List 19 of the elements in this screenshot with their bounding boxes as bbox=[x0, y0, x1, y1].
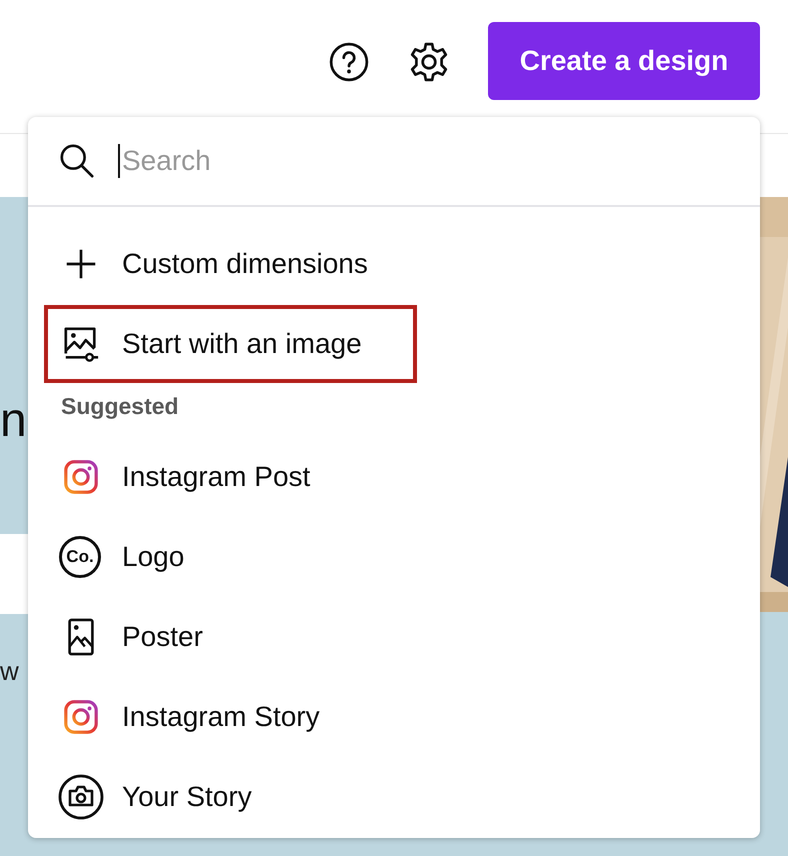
body-text: w bbox=[0, 656, 19, 687]
camera-icon bbox=[57, 773, 105, 821]
menu-item[interactable]: Start with an image bbox=[44, 305, 417, 383]
instagram-icon bbox=[62, 458, 100, 496]
menu-item[interactable]: Poster bbox=[44, 598, 417, 676]
instagram-icon bbox=[62, 698, 100, 736]
help-icon[interactable] bbox=[328, 41, 370, 83]
create-design-button[interactable]: Create a design bbox=[488, 22, 760, 100]
section-heading: Suggested bbox=[60, 392, 180, 421]
menu-item[interactable]: Custom dimensions bbox=[44, 225, 417, 303]
logo-badge: Co. bbox=[59, 536, 101, 578]
headline-text: n bbox=[0, 397, 27, 445]
search-icon bbox=[58, 142, 96, 180]
menu-item[interactable]: Instagram Post bbox=[44, 438, 417, 516]
menu-item[interactable]: Your Story bbox=[44, 758, 417, 836]
image-icon bbox=[62, 325, 100, 363]
menu-item[interactable]: Instagram Story bbox=[44, 678, 417, 756]
menu-item[interactable]: Co. Logo bbox=[44, 518, 417, 596]
settings-icon[interactable] bbox=[408, 41, 450, 83]
